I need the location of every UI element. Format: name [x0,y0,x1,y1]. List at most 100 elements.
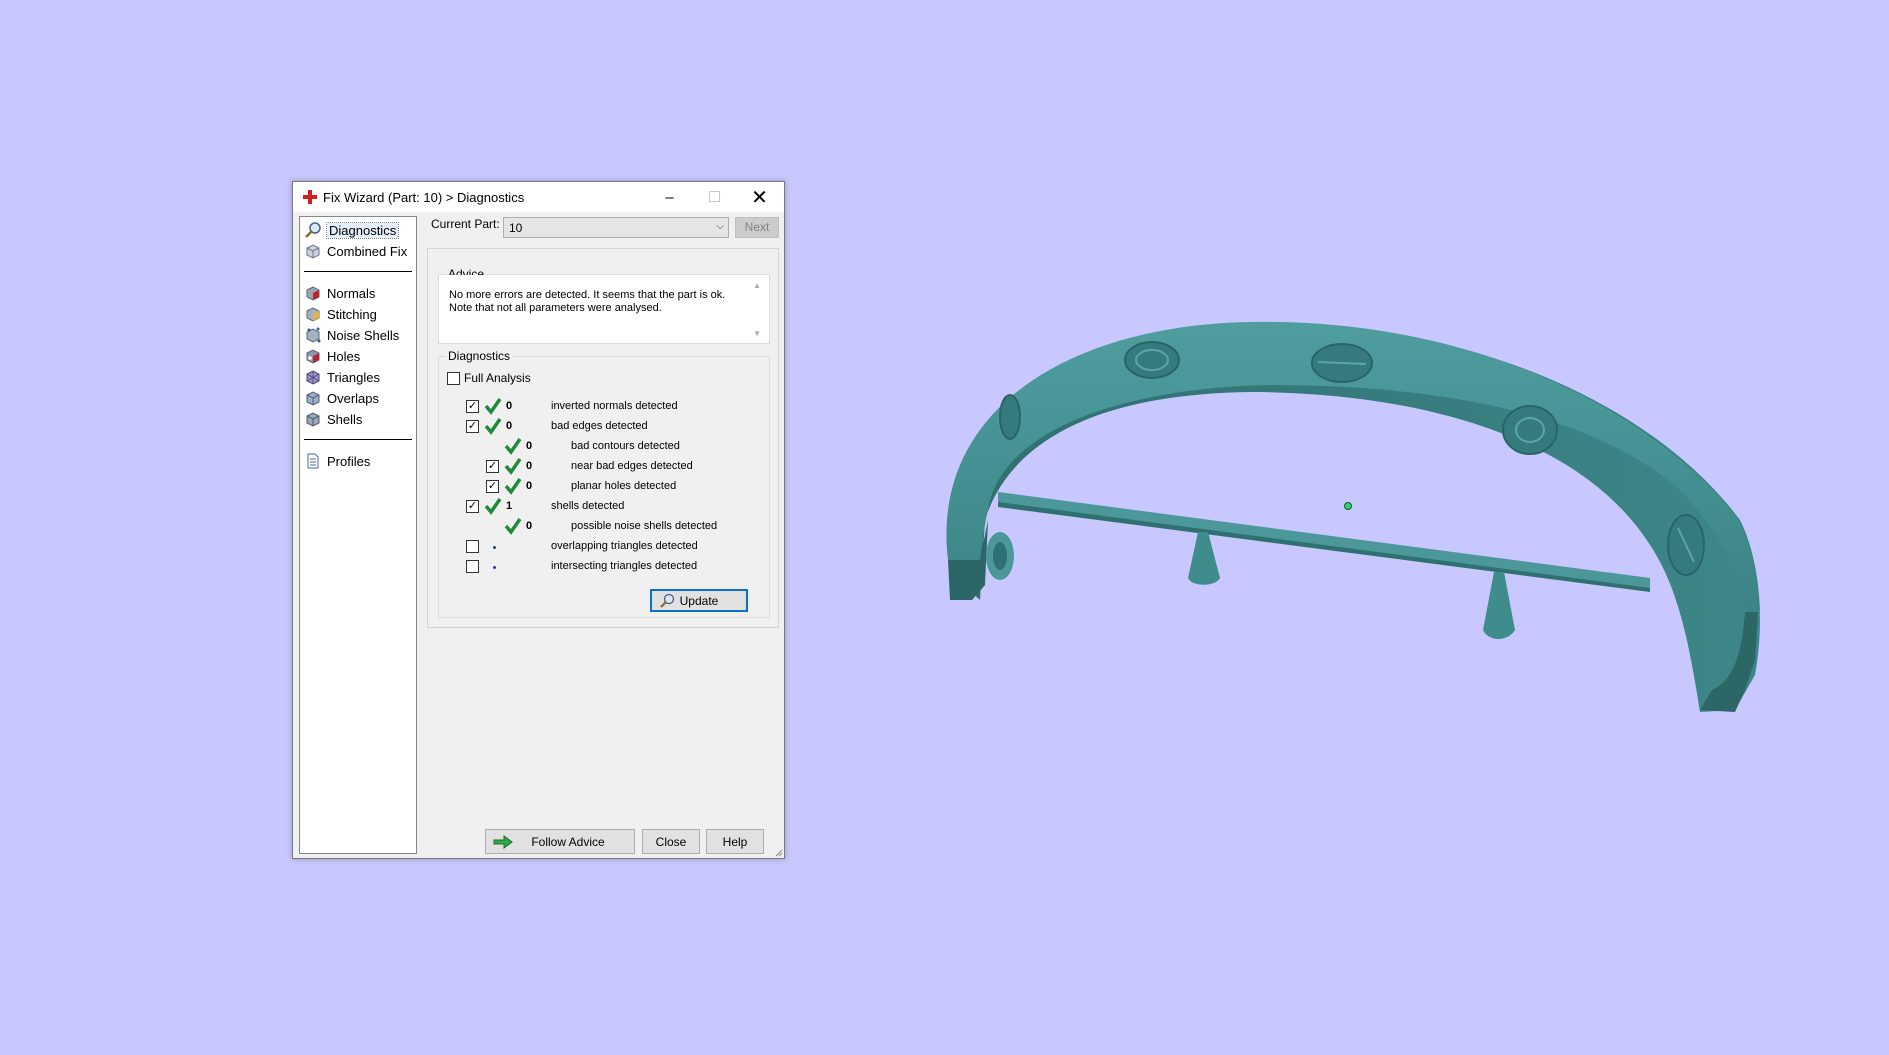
follow-advice-label: Follow Advice [531,834,605,849]
follow-advice-button[interactable]: Follow Advice [485,829,635,854]
bad-edges-label: bad edges detected [551,420,648,432]
nav-item-label: Noise Shells [327,327,400,343]
inverted-normals-count: 0 [506,400,513,412]
window-title: Fix Wizard (Part: 10) > Diagnostics [323,190,525,205]
noise-shells-count: 0 [526,520,533,532]
overlapping-triangles-label: overlapping triangles detected [551,540,698,552]
bad-edges-count: 0 [506,420,513,432]
check-mark-icon [504,458,522,475]
minimize-button[interactable]: – [647,182,692,212]
nav-item-shells[interactable]: Shells [304,409,362,429]
bad-edges-checkbox[interactable]: ✓ [466,420,479,433]
stitching-cube-icon [306,307,320,322]
nav-item-holes[interactable]: Holes [304,346,360,366]
nav-item-label: Normals [327,285,376,301]
document-icon [307,453,319,469]
pivot-marker [1344,502,1352,510]
nav-item-label: Triangles [327,369,380,385]
current-part-value: 10 [509,221,523,235]
wizard-nav: Diagnostics Combined Fix Normals Stitchi… [299,216,417,854]
check-mark-icon [484,498,502,515]
near-bad-edges-count: 0 [526,460,533,472]
box-icon [306,244,320,259]
nav-item-combined-fix[interactable]: Combined Fix [304,241,407,261]
shells-count: 1 [506,500,513,512]
nav-item-label: Shells [327,411,363,427]
advice-line-1: No more errors are detected. It seems th… [449,289,726,301]
planar-holes-label: planar holes detected [571,480,677,492]
bad-contours-label: bad contours detected [571,440,680,452]
close-window-button[interactable]: ✕ [737,182,782,212]
shells-cube-icon [306,412,320,427]
check-mark-icon [484,418,502,435]
nav-item-label: Overlaps [327,390,380,406]
nav-item-normals[interactable]: Normals [304,283,375,303]
current-part-label: Current Part: [431,217,500,231]
near-bad-edges-label: near bad edges detected [571,460,693,472]
overlaps-cube-icon [306,391,320,406]
not-analysed-dot-icon [493,546,496,549]
intersecting-triangles-checkbox[interactable] [466,560,479,573]
advice-line-2: Note that not all parameters were analys… [449,302,662,314]
scroll-up-icon[interactable]: ▲ [753,279,761,292]
title-bar[interactable]: Fix Wizard (Part: 10) > Diagnostics – ☐ … [293,182,784,212]
triangles-cube-icon [306,370,320,385]
nav-item-label: Profiles [327,453,371,469]
holes-cube-icon [306,349,320,364]
check-mark-icon [484,398,502,415]
diagnostics-panel: Advice No more errors are detected. It s… [427,248,779,628]
overlapping-triangles-checkbox[interactable] [466,540,479,553]
help-button[interactable]: Help [706,829,764,854]
diagnostics-group: Diagnostics Full Analysis ✓ 0 inverted n… [438,349,770,618]
planar-holes-checkbox[interactable]: ✓ [486,480,499,493]
normals-cube-icon [306,286,320,301]
intersecting-triangles-label: intersecting triangles detected [551,560,698,572]
nav-item-triangles[interactable]: Triangles [304,367,380,387]
nav-item-label: Diagnostics [325,221,400,239]
full-analysis-label: Full Analysis [464,371,531,385]
nav-item-profiles[interactable]: Profiles [304,451,370,471]
shells-checkbox[interactable]: ✓ [466,500,479,513]
nav-divider [304,271,412,272]
nav-item-stitching[interactable]: Stitching [304,304,377,324]
inverted-normals-checkbox[interactable]: ✓ [466,400,479,413]
fix-wizard-window: Fix Wizard (Part: 10) > Diagnostics – ☐ … [292,181,785,859]
3d-model-arch[interactable] [946,321,1760,712]
check-mark-icon [504,518,522,535]
resize-grip-icon[interactable] [773,847,783,857]
not-analysed-dot-icon [493,566,496,569]
noise-shells-label: possible noise shells detected [571,520,718,532]
magnifier-icon [660,593,675,608]
red-cross-icon [303,190,317,204]
update-button[interactable]: Update [650,589,748,612]
nav-item-label: Holes [327,348,361,364]
inverted-normals-label: inverted normals detected [551,400,678,412]
scroll-down-icon[interactable]: ▼ [753,327,761,340]
update-button-label: Update [679,593,719,608]
noise-shells-icon [306,327,321,343]
maximize-button[interactable]: ☐ [692,182,737,212]
check-mark-icon [504,438,522,455]
nav-item-overlaps[interactable]: Overlaps [304,388,379,408]
shells-label: shells detected [551,500,625,512]
full-analysis-checkbox[interactable] [447,372,460,385]
current-part-select[interactable]: 10 ⌵ [503,217,729,238]
nav-divider [304,439,412,440]
nav-item-label: Combined Fix [327,243,408,259]
diagnostics-group-title: Diagnostics [446,349,513,363]
arrow-right-icon [493,835,513,849]
magnifier-icon [305,222,321,238]
planar-holes-count: 0 [526,480,533,492]
3d-viewport[interactable] [0,0,1889,1055]
advice-text-box[interactable]: No more errors are detected. It seems th… [439,275,769,343]
nav-item-noise-shells[interactable]: Noise Shells [304,325,399,345]
bad-contours-count: 0 [526,440,533,452]
next-button[interactable]: Next [735,217,779,238]
chevron-down-icon: ⌵ [716,221,724,232]
near-bad-edges-checkbox[interactable]: ✓ [486,460,499,473]
nav-item-label: Stitching [327,306,377,322]
close-button[interactable]: Close [642,829,700,854]
nav-item-diagnostics[interactable]: Diagnostics [304,220,400,240]
advice-group: Advice No more errors are detected. It s… [438,267,770,344]
check-mark-icon [504,478,522,495]
